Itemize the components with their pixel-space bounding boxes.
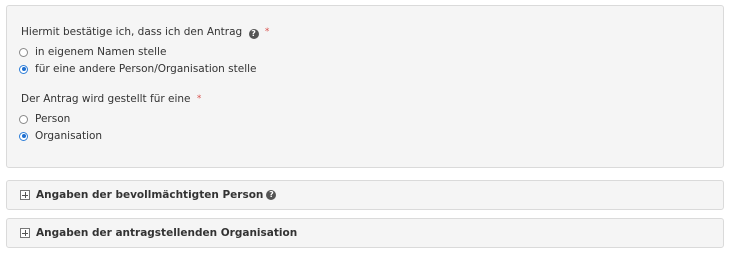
option-own-name[interactable]: in eigenem Namen stelle	[19, 45, 166, 59]
confirmation-question-text: Hiermit bestätige ich, dass ich den Antr…	[21, 26, 243, 38]
question-circle-icon[interactable]: ?	[248, 29, 259, 39]
radio-organisation[interactable]	[19, 131, 28, 141]
required-mark: *	[264, 27, 270, 37]
radio-person[interactable]	[19, 114, 28, 124]
applicant-type-question: Der Antrag wird gestellt für eine *	[21, 92, 201, 106]
option-own-name-label: in eigenem Namen stelle	[35, 46, 167, 58]
confirmation-question: Hiermit bestätige ich, dass ich den Antr…	[21, 25, 269, 39]
accordion-authorized-person-header[interactable]: Angaben der bevollmächtigten Person ?	[20, 181, 277, 209]
radio-own-name[interactable]	[19, 47, 28, 57]
plus-square-icon[interactable]	[20, 190, 30, 200]
accordion-applicant-organisation[interactable]: Angaben der antragstellenden Organisatio…	[6, 218, 724, 248]
accordion-applicant-organisation-title: Angaben der antragstellenden Organisatio…	[36, 227, 298, 239]
option-organisation[interactable]: Organisation	[19, 129, 102, 143]
applicant-type-question-text: Der Antrag wird gestellt für eine	[21, 93, 191, 105]
option-person-label: Person	[35, 113, 71, 125]
antrag-form-panel: Hiermit bestätige ich, dass ich den Antr…	[6, 5, 724, 168]
radio-other-person-organisation[interactable]	[19, 64, 28, 74]
accordion-authorized-person-title: Angaben der bevollmächtigten Person	[36, 189, 264, 201]
option-person[interactable]: Person	[19, 112, 70, 126]
plus-square-icon[interactable]	[20, 228, 30, 238]
accordion-authorized-person[interactable]: Angaben der bevollmächtigten Person ?	[6, 180, 724, 210]
option-other-person-organisation-label: für eine andere Person/Organisation stel…	[35, 63, 257, 75]
required-mark: *	[196, 94, 202, 104]
option-other-person-organisation[interactable]: für eine andere Person/Organisation stel…	[19, 62, 257, 76]
option-organisation-label: Organisation	[35, 130, 103, 142]
accordion-applicant-organisation-header[interactable]: Angaben der antragstellenden Organisatio…	[20, 219, 297, 247]
question-circle-icon[interactable]: ?	[266, 190, 277, 200]
